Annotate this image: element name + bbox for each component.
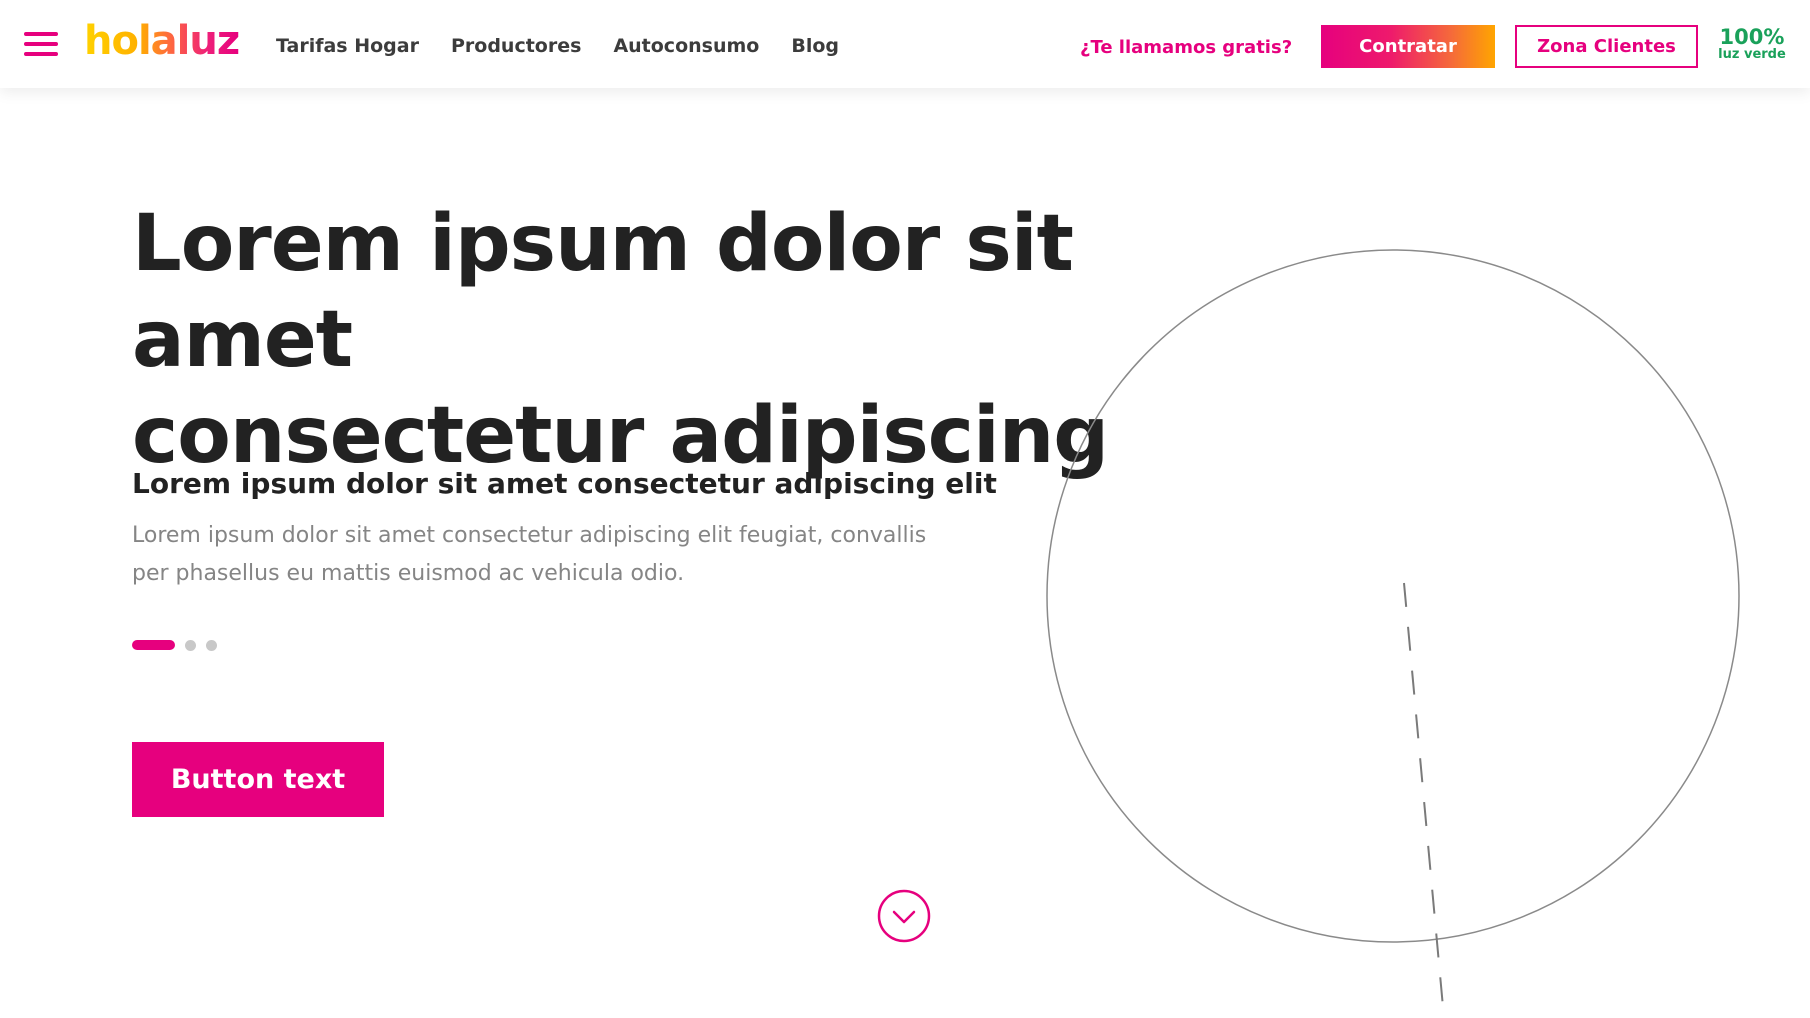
hero-illustration [1046, 249, 1740, 1018]
nav-item-autoconsumo[interactable]: Autoconsumo [613, 34, 759, 58]
hero-cta-button[interactable]: Button text [132, 742, 384, 817]
nav-item-productores[interactable]: Productores [451, 34, 581, 58]
illustration-dashed-line [1403, 582, 1445, 1018]
hero-title-line-1: Lorem ipsum dolor sit amet [132, 199, 1074, 385]
zona-clientes-button[interactable]: Zona Clientes [1515, 25, 1698, 68]
carousel-dot[interactable] [206, 639, 217, 651]
callback-link[interactable]: ¿Te llamamos gratis? [1080, 36, 1292, 60]
nav-item-tarifas-hogar[interactable]: Tarifas Hogar [276, 34, 419, 58]
hero-body-text: Lorem ipsum dolor sit amet consectetur a… [132, 523, 927, 586]
badge-percent: 100% [1719, 25, 1785, 49]
carousel-indicator [132, 639, 227, 651]
carousel-dot[interactable] [185, 639, 196, 651]
chevron-down-circle-svg [877, 889, 931, 943]
carousel-dot-active[interactable] [132, 640, 175, 650]
green-energy-badge: 100% luz verde [1716, 26, 1788, 62]
main-nav: Tarifas Hogar Productores Autoconsumo Bl… [276, 34, 871, 58]
holaluz-logo[interactable]: holaluz [84, 16, 240, 66]
chevron-down-circle-icon[interactable] [877, 889, 931, 943]
contratar-button[interactable]: Contratar [1321, 25, 1495, 68]
hero-subtitle: Lorem ipsum dolor sit amet consectetur a… [132, 467, 997, 500]
badge-text: luz verde [1718, 47, 1786, 62]
illustration-circle [1046, 249, 1740, 943]
hamburger-menu-icon[interactable] [24, 32, 58, 56]
site-header: holaluz Tarifas Hogar Productores Autoco… [0, 0, 1810, 88]
nav-item-blog[interactable]: Blog [791, 34, 839, 58]
